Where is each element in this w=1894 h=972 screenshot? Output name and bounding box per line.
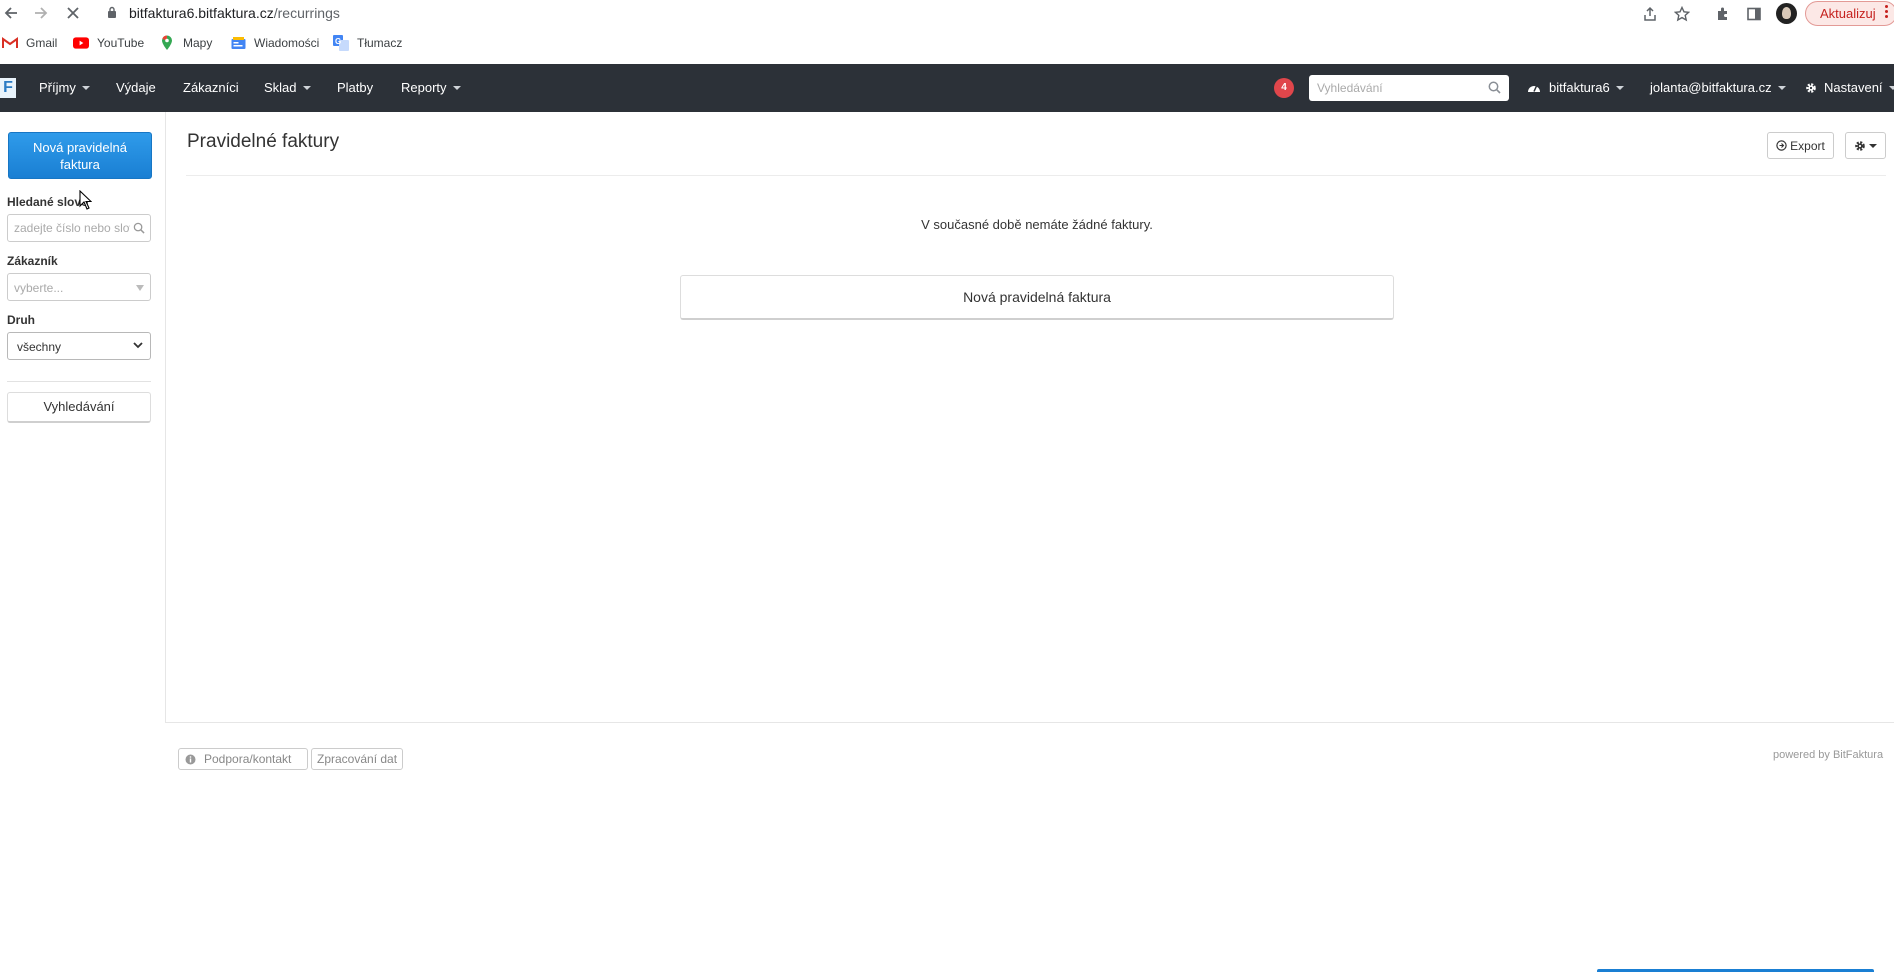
data-processing-button[interactable]: Zpracování dat <box>311 748 403 770</box>
bookmark-label: Gmail <box>26 36 58 50</box>
main-panel <box>165 112 1894 723</box>
gear-icon <box>1855 140 1865 151</box>
extensions-icon[interactable] <box>1713 4 1733 24</box>
page-title: Pravidelné faktury <box>187 131 340 152</box>
powered-brand[interactable]: BitFaktura <box>1833 749 1883 761</box>
forward-arrow-icon[interactable] <box>32 4 50 22</box>
new-recurring-invoice-button[interactable]: Nová pravidelná faktura <box>8 132 152 179</box>
nav-item-prijmy[interactable]: Příjmy <box>39 64 90 112</box>
share-icon[interactable] <box>1640 4 1660 24</box>
bookmark-maps[interactable]: Mapy <box>159 35 212 51</box>
nav-item-platby[interactable]: Platby <box>337 64 373 112</box>
user-menu[interactable]: jolanta@bitfaktura.cz <box>1650 64 1786 112</box>
kind-value: všechny <box>17 340 62 354</box>
user-email: jolanta@bitfaktura.cz <box>1650 80 1772 95</box>
nav-label: Reporty <box>401 80 447 95</box>
account-menu[interactable]: bitfaktura6 <box>1527 64 1624 112</box>
caret-down-icon <box>1777 85 1786 90</box>
nav-item-sklad[interactable]: Sklad <box>264 64 311 112</box>
side-panel-icon[interactable] <box>1744 4 1764 24</box>
export-button[interactable]: Export <box>1767 132 1834 159</box>
app-logo[interactable]: F <box>0 78 16 98</box>
bookmark-gmail[interactable]: Gmail <box>2 35 57 51</box>
caret-down-icon <box>81 85 90 90</box>
powered-by: powered by BitFaktura <box>1773 749 1883 761</box>
stop-loading-icon[interactable] <box>64 4 82 22</box>
maps-icon <box>159 35 175 51</box>
account-name: bitfaktura6 <box>1549 80 1610 95</box>
sidebar-search-button[interactable]: Vyhledávání <box>7 392 151 423</box>
url-path: /recurrings <box>273 5 340 21</box>
powered-prefix: powered by <box>1773 749 1830 761</box>
settings-menu[interactable]: Nastavení <box>1805 64 1894 112</box>
kind-select[interactable]: všechny <box>7 332 151 360</box>
nav-label: Sklad <box>264 80 297 95</box>
bookmark-translate[interactable]: G Tłumacz <box>333 35 402 51</box>
bookmark-label: Mapy <box>183 36 213 50</box>
nav-label: Platby <box>337 80 374 95</box>
new-recurring-invoice-main-button[interactable]: Nová pravidelná faktura <box>680 275 1394 320</box>
nav-item-zakaznici[interactable]: Zákazníci <box>183 64 239 112</box>
bookmarks-bar: Gmail YouTube Mapy Wiadomości G Tłumacz <box>0 31 1894 57</box>
address-bar[interactable]: bitfaktura6.bitfaktura.cz/recurrings <box>129 5 340 21</box>
gear-icon <box>1806 82 1816 93</box>
nav-label: Příjmy <box>39 80 76 95</box>
nav-item-reporty[interactable]: Reporty <box>401 64 461 112</box>
bookmark-label: Wiadomości <box>254 36 320 50</box>
empty-state-message: V současné době nemáte žádné faktury. <box>921 217 1153 232</box>
update-button[interactable]: Aktualizuj <box>1805 1 1894 26</box>
svg-text:G: G <box>335 37 341 46</box>
dropdown-arrow-icon <box>136 285 144 291</box>
button-label: Nová pravidelná faktura <box>33 139 127 172</box>
navbar-search <box>1309 75 1509 101</box>
search-word-label: Hledané slovo <box>7 195 89 209</box>
app-navbar: F Příjmy Výdaje Zákazníci Sklad Platby R… <box>0 64 1894 112</box>
customer-select[interactable]: vyberte... <box>7 273 151 301</box>
browser-toolbar: bitfaktura6.bitfaktura.cz/recurrings Akt… <box>0 0 1894 27</box>
caret-down-icon <box>1615 85 1624 90</box>
back-arrow-icon[interactable] <box>2 4 20 22</box>
navbar-search-input[interactable] <box>1309 75 1479 101</box>
caret-down-icon <box>452 85 461 90</box>
youtube-icon <box>73 35 89 51</box>
lock-icon <box>107 6 117 19</box>
export-label: Export <box>1790 138 1825 153</box>
options-gear-button[interactable] <box>1845 132 1886 159</box>
star-bookmark-icon[interactable] <box>1672 4 1692 24</box>
nav-label: Výdaje <box>116 80 156 95</box>
settings-label: Nastavení <box>1824 80 1883 95</box>
mouse-cursor-icon <box>79 190 92 210</box>
title-divider <box>186 175 1886 176</box>
notification-badge[interactable]: 4 <box>1274 78 1294 98</box>
caret-down-icon <box>302 85 311 90</box>
news-icon <box>230 35 246 51</box>
caret-down-icon <box>1888 85 1894 90</box>
customer-label: Zákazník <box>7 254 58 268</box>
gmail-icon <box>2 35 18 51</box>
dashboard-icon <box>1528 85 1540 92</box>
chevron-down-icon <box>133 342 143 349</box>
nav-label: Zákazníci <box>183 80 239 95</box>
profile-avatar[interactable] <box>1776 3 1797 24</box>
bookmark-news[interactable]: Wiadomości <box>230 35 319 51</box>
support-label: Podpora/kontakt <box>204 752 292 766</box>
bookmark-label: YouTube <box>97 36 145 50</box>
bookmark-youtube[interactable]: YouTube <box>73 35 144 51</box>
kind-label: Druh <box>7 313 35 327</box>
info-icon <box>185 754 196 765</box>
caret-down-icon <box>1869 143 1877 148</box>
sidebar-divider <box>7 381 151 382</box>
bookmark-label: Tłumacz <box>357 36 403 50</box>
export-circle-icon <box>1776 140 1787 151</box>
menu-dots-icon[interactable] <box>1885 5 1889 21</box>
customer-placeholder: vyberte... <box>14 281 64 295</box>
nav-item-vydaje[interactable]: Výdaje <box>116 64 156 112</box>
translate-icon: G <box>333 35 349 51</box>
search-icon[interactable] <box>1488 81 1501 94</box>
support-contact-button[interactable]: Podpora/kontakt <box>178 748 308 770</box>
url-host: bitfaktura6.bitfaktura.cz <box>129 5 274 21</box>
